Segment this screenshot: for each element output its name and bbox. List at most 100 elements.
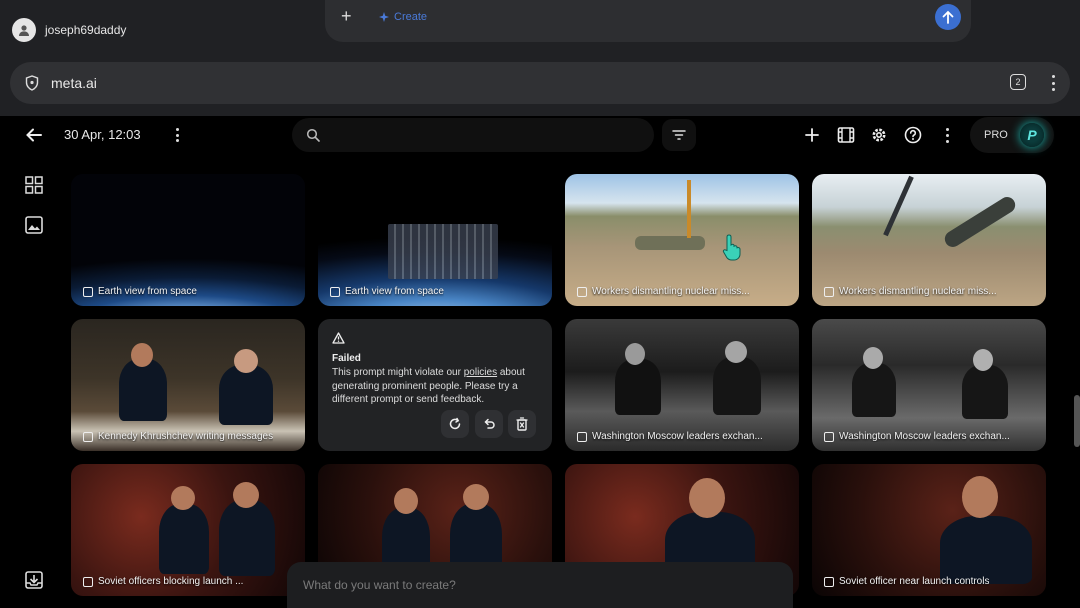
image-caption: Soviet officers blocking launch ... bbox=[83, 576, 243, 587]
caption-text: Earth view from space bbox=[345, 286, 444, 297]
pro-logo-icon: P bbox=[1020, 123, 1044, 147]
caption-text: Earth view from space bbox=[98, 286, 197, 297]
retry-icon bbox=[449, 417, 461, 430]
image-card[interactable]: Earth view from space bbox=[318, 174, 552, 306]
missile-graphic bbox=[635, 236, 705, 250]
hand-pointer-icon bbox=[722, 234, 741, 261]
account-name: joseph69daddy bbox=[45, 23, 127, 37]
image-card[interactable]: Workers dismantling nuclear miss... bbox=[812, 174, 1046, 306]
figure-graphic bbox=[615, 359, 661, 415]
image-card[interactable]: Workers dismantling nuclear miss... bbox=[565, 174, 799, 306]
figure-graphic bbox=[131, 343, 153, 367]
image-card[interactable]: Washington Moscow leaders exchan... bbox=[812, 319, 1046, 451]
figure-graphic bbox=[171, 486, 195, 510]
arrow-up-icon bbox=[942, 10, 954, 24]
retry-button[interactable] bbox=[441, 410, 469, 438]
session-options-icon[interactable] bbox=[174, 127, 180, 143]
prompt-placeholder: What do you want to create? bbox=[303, 578, 456, 592]
pro-badge[interactable]: PRO P bbox=[970, 117, 1054, 153]
back-arrow-icon[interactable] bbox=[24, 125, 44, 145]
undo-button[interactable] bbox=[475, 410, 503, 438]
figure-graphic bbox=[234, 349, 258, 373]
delete-button[interactable] bbox=[508, 410, 536, 438]
image-caption: Soviet officer near launch controls bbox=[824, 576, 989, 587]
figure-graphic bbox=[233, 482, 259, 508]
failed-generation-card: Failed This prompt might violate our pol… bbox=[318, 319, 552, 451]
new-item-icon[interactable] bbox=[801, 124, 823, 146]
caption-text: Kennedy Khrushchev writing messages bbox=[98, 431, 274, 442]
browser-menu-icon[interactable] bbox=[1048, 73, 1058, 93]
trash-icon bbox=[516, 417, 528, 431]
warning-icon bbox=[332, 332, 345, 344]
image-icon bbox=[824, 576, 834, 587]
figure-graphic bbox=[159, 504, 209, 574]
sparkle-icon bbox=[379, 12, 389, 22]
download-tray-icon[interactable] bbox=[24, 570, 44, 590]
add-icon[interactable]: + bbox=[341, 6, 352, 26]
figure-graphic bbox=[940, 516, 1032, 584]
image-caption: Earth view from space bbox=[330, 286, 444, 297]
caption-text: Workers dismantling nuclear miss... bbox=[592, 286, 750, 297]
video-icon[interactable] bbox=[835, 124, 857, 146]
account-chip[interactable]: joseph69daddy bbox=[12, 16, 126, 44]
figure-graphic bbox=[463, 484, 489, 510]
figure-graphic bbox=[725, 341, 747, 363]
image-card[interactable]: Soviet officer near launch controls bbox=[812, 464, 1046, 596]
figure-graphic bbox=[962, 365, 1008, 419]
scrollbar-thumb[interactable] bbox=[1074, 395, 1080, 447]
image-icon bbox=[83, 286, 93, 297]
site-security-icon[interactable] bbox=[24, 74, 40, 92]
grid-view-icon[interactable] bbox=[24, 175, 44, 195]
session-date: 30 Apr, 12:03 bbox=[64, 127, 141, 142]
image-gallery-icon[interactable] bbox=[24, 215, 44, 235]
figure-graphic bbox=[119, 359, 167, 421]
create-mode-label: Create bbox=[394, 11, 428, 23]
search-input[interactable] bbox=[292, 118, 654, 152]
crane-graphic bbox=[687, 180, 691, 238]
image-icon bbox=[83, 576, 93, 587]
caption-text: Soviet officer near launch controls bbox=[839, 576, 990, 587]
caption-text: Workers dismantling nuclear miss... bbox=[839, 286, 997, 297]
filter-button[interactable] bbox=[662, 119, 696, 151]
figure-graphic bbox=[219, 500, 275, 576]
image-icon bbox=[824, 431, 834, 442]
prompt-input[interactable]: What do you want to create? bbox=[287, 562, 793, 608]
browser-chrome: joseph69daddy + Create meta.ai 2 bbox=[0, 0, 1080, 116]
send-button[interactable] bbox=[935, 4, 961, 30]
image-caption: Workers dismantling nuclear miss... bbox=[577, 286, 750, 297]
image-icon bbox=[330, 286, 340, 297]
create-mode-toggle[interactable]: Create bbox=[379, 11, 427, 23]
filter-icon bbox=[672, 130, 686, 140]
failed-message: This prompt might violate our policies a… bbox=[332, 366, 538, 407]
image-card[interactable]: Kennedy Khrushchev writing messages bbox=[71, 319, 305, 451]
image-card[interactable]: Soviet officers blocking launch ... bbox=[71, 464, 305, 596]
figure-graphic bbox=[962, 476, 998, 518]
url-text[interactable]: meta.ai bbox=[51, 75, 97, 91]
person-icon bbox=[19, 25, 29, 36]
image-caption: Earth view from space bbox=[83, 286, 197, 297]
help-icon[interactable] bbox=[902, 124, 924, 146]
image-card[interactable]: Washington Moscow leaders exchan... bbox=[565, 319, 799, 451]
caption-text: Washington Moscow leaders exchan... bbox=[839, 431, 1010, 442]
figure-graphic bbox=[863, 347, 883, 369]
image-caption: Workers dismantling nuclear miss... bbox=[824, 286, 997, 297]
image-icon bbox=[577, 286, 587, 297]
caption-text: Washington Moscow leaders exchan... bbox=[592, 431, 763, 442]
tab-switcher-button[interactable]: 2 bbox=[1010, 74, 1026, 90]
more-options-icon[interactable] bbox=[936, 124, 958, 146]
figure-graphic bbox=[713, 357, 761, 415]
image-icon bbox=[824, 286, 834, 297]
space-station-graphic bbox=[388, 224, 498, 279]
caption-text: Soviet officers blocking launch ... bbox=[98, 576, 244, 587]
image-icon bbox=[577, 431, 587, 442]
image-caption: Washington Moscow leaders exchan... bbox=[824, 431, 1010, 442]
gear-icon[interactable] bbox=[868, 124, 890, 146]
image-caption: Washington Moscow leaders exchan... bbox=[577, 431, 763, 442]
failed-message-text: This prompt might violate our bbox=[332, 367, 464, 378]
figure-graphic bbox=[394, 488, 418, 514]
figure-graphic bbox=[689, 478, 725, 518]
policies-link[interactable]: policies bbox=[464, 367, 497, 378]
top-composer: + Create bbox=[325, 0, 971, 42]
address-bar[interactable]: meta.ai 2 bbox=[10, 62, 1070, 104]
image-card[interactable]: Earth view from space bbox=[71, 174, 305, 306]
